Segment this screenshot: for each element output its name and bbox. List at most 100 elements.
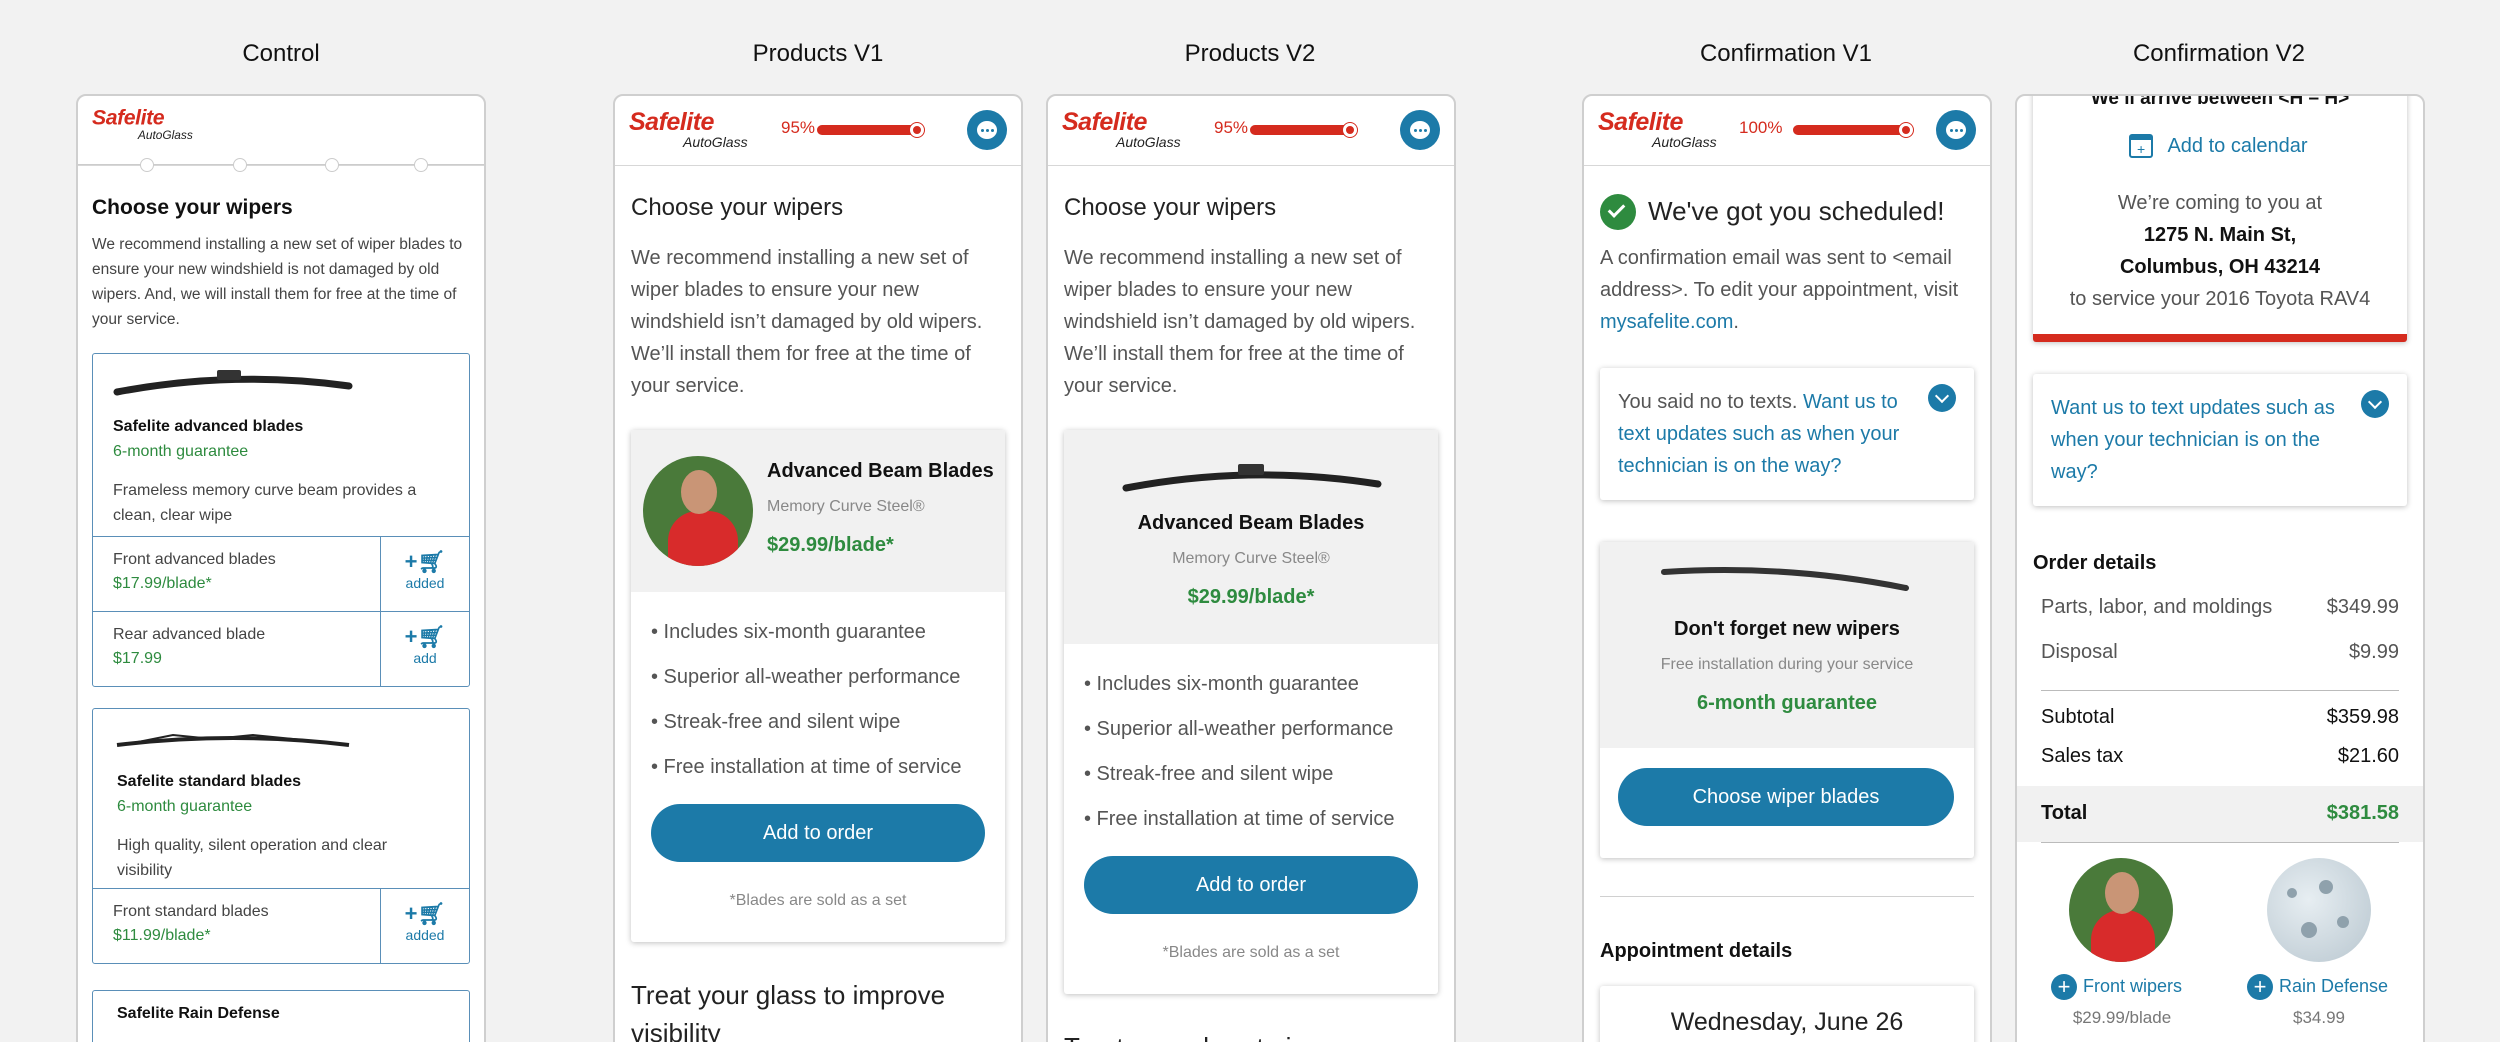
product-name: Advanced Beam Blades xyxy=(767,460,994,482)
column-title-confirmation-v1: Confirmation V1 xyxy=(1699,40,1873,67)
footnote: *Blades are sold as a set xyxy=(729,892,907,909)
page-title: Choose your wipers xyxy=(631,194,844,221)
add-to-cart-button[interactable]: +🛒︎ added xyxy=(381,537,469,611)
wiper-blade-image xyxy=(1661,567,1909,591)
chevron-down-icon[interactable] xyxy=(1928,384,1956,412)
section-heading: Treat your glass to improve visibility xyxy=(631,980,946,1042)
step-dot-check xyxy=(414,158,428,172)
step-dot xyxy=(140,158,154,172)
tax-row: Sales tax $21.60 xyxy=(2041,745,2399,767)
plus-icon: + xyxy=(2051,974,2077,1000)
texts-link[interactable]: Want us to text updates such as when you… xyxy=(2051,392,2351,488)
product-name: Advanced Beam Blades xyxy=(1137,512,1365,534)
plus-icon: + xyxy=(2247,974,2273,1000)
add-to-order-button[interactable]: Add to order xyxy=(651,804,985,862)
add-rain-defense-button[interactable]: + Rain Defense xyxy=(2247,974,2388,1000)
arrival-card: We’ll arrive between <H – H> + Add to ca… xyxy=(2033,96,2407,342)
subtotal-row: Subtotal $359.98 xyxy=(2041,706,2399,728)
total-row: Total $381.58 xyxy=(2041,802,2399,824)
wiper-blade-image xyxy=(116,733,350,747)
wipers-card: Don't forget new wipers Free installatio… xyxy=(1600,542,1974,858)
row-price: $11.99/blade* xyxy=(113,927,211,944)
rain-defense-price: $34.99 xyxy=(2293,1008,2345,1027)
texts-card[interactable]: You said no to texts. Want us to text up… xyxy=(1600,368,1974,500)
chat-button[interactable] xyxy=(1400,110,1440,150)
chevron-down-icon[interactable] xyxy=(2361,390,2389,418)
column-title-products-v2: Products V2 xyxy=(1184,40,1316,67)
chat-button[interactable] xyxy=(967,110,1007,150)
row-label: Front advanced blades xyxy=(113,551,276,568)
footnote: *Blades are sold as a set xyxy=(1162,944,1340,961)
front-wipers-price: $29.99/blade xyxy=(2072,1008,2172,1027)
phone-control: Safelite AutoGlass Choose your wipers We… xyxy=(76,94,486,1042)
product-desc: Frameless memory curve beam provides a c… xyxy=(113,482,417,524)
phone-confirmation-v1: Safelite AutoGlass 100% We've got you sch… xyxy=(1582,94,1992,1042)
divider xyxy=(2041,842,2399,843)
order-heading: Order details xyxy=(2033,552,2157,574)
product-price: $29.99/blade* xyxy=(1187,586,1315,608)
step-indicator xyxy=(78,96,484,172)
product-price: $29.99/blade* xyxy=(767,534,894,556)
choose-wiper-blades-button[interactable]: Choose wiper blades xyxy=(1618,768,1954,826)
wiper-blade-image xyxy=(113,370,353,396)
address-line-1: 1275 N. Main St, xyxy=(2143,224,2297,246)
guarantee-text: 6-month guarantee xyxy=(117,798,253,815)
calendar-icon: + xyxy=(2129,134,2153,158)
list-item: • Includes six-month guarantee xyxy=(1084,673,1359,695)
rain-defense-image xyxy=(2267,858,2371,962)
product-sub: Memory Curve Steel® xyxy=(1172,550,1330,567)
row-label: Rear advanced blade xyxy=(113,626,266,643)
page-title: We've got you scheduled! xyxy=(1648,196,1945,226)
intro-text: We recommend installing a new set of wip… xyxy=(1064,247,1416,397)
product-desc: High quality, silent operation and clear… xyxy=(117,837,388,879)
list-item: • Includes six-month guarantee xyxy=(651,621,926,643)
list-item: • Streak-free and silent wipe xyxy=(651,711,901,733)
add-to-order-button[interactable]: Add to order xyxy=(1084,856,1418,914)
add-to-calendar-link[interactable]: + Add to calendar xyxy=(2129,134,2308,158)
chat-button[interactable] xyxy=(1936,110,1976,150)
phone-products-v1: Safelite AutoGlass 95% Choose your wipers… xyxy=(613,94,1023,1042)
texts-card[interactable]: Want us to text updates such as when you… xyxy=(2033,374,2407,506)
progress-knob xyxy=(909,123,924,137)
guarantee-text: 6-month guarantee xyxy=(1696,692,1878,714)
safelite-logo: Safelite AutoGlass xyxy=(1062,108,1181,150)
guarantee-text: 6-month guarantee xyxy=(113,443,249,460)
page-title: Choose your wipers xyxy=(1064,194,1277,221)
divider xyxy=(2041,690,2399,691)
add-to-cart-button[interactable]: +🛒︎ add xyxy=(381,612,469,686)
divider xyxy=(1600,896,1974,897)
list-item: • Free installation at time of service xyxy=(651,756,962,778)
order-line: Disposal $9.99 xyxy=(2041,641,2399,663)
phone-confirmation-v2: We’ll arrive between <H – H> + Add to ca… xyxy=(2015,94,2425,1042)
coming-text: We’re coming to you at xyxy=(2117,192,2323,214)
intro-text: We recommend installing a new set of wip… xyxy=(92,236,463,328)
technician-photo xyxy=(643,456,753,566)
address-line-2: Columbus, OH 43214 xyxy=(2119,256,2321,278)
chat-icon xyxy=(1946,121,1966,139)
chat-icon xyxy=(977,121,997,139)
row-price: $17.99 xyxy=(113,650,162,667)
table-row: Front advanced blades $17.99/blade* +🛒︎ … xyxy=(93,536,469,611)
confirmation-text: A confirmation email was sent to <email … xyxy=(1600,247,1959,333)
row-label: Front standard blades xyxy=(113,903,269,920)
list-item: • Superior all-weather performance xyxy=(1084,718,1394,740)
mysafelite-link[interactable]: mysafelite.com xyxy=(1600,311,1733,333)
bullet-list: • Includes six-month guarantee • Superio… xyxy=(1084,662,1394,842)
section-heading: Treat your glass to improve xyxy=(1064,1028,1434,1042)
product-name: Safelite standard blades xyxy=(117,773,302,790)
step-dot xyxy=(233,158,247,172)
phone-products-v2: Safelite AutoGlass 95% Choose your wipers… xyxy=(1046,94,1456,1042)
add-front-wipers-button[interactable]: + Front wipers xyxy=(2051,974,2182,1000)
progress-bar xyxy=(1793,123,1913,137)
add-to-cart-button[interactable]: +🛒︎ added xyxy=(381,889,469,963)
appointment-card: Wednesday, June 26 xyxy=(1600,986,1974,1042)
wiper-blade-image xyxy=(1122,464,1382,492)
texts-message: You said no to texts. Want us to text up… xyxy=(1618,391,1900,477)
wipers-title: Don't forget new wipers xyxy=(1674,618,1900,640)
wipers-sub: Free installation during your service xyxy=(1660,656,1914,673)
order-line: Parts, labor, and moldings $349.99 xyxy=(2041,596,2399,618)
table-row: Rear advanced blade $17.99 +🛒︎ add xyxy=(93,611,469,686)
vehicle-text: to service your 2016 Toyota RAV4 xyxy=(2069,288,2371,310)
progress-knob xyxy=(1342,123,1357,137)
chat-icon xyxy=(1410,121,1430,139)
